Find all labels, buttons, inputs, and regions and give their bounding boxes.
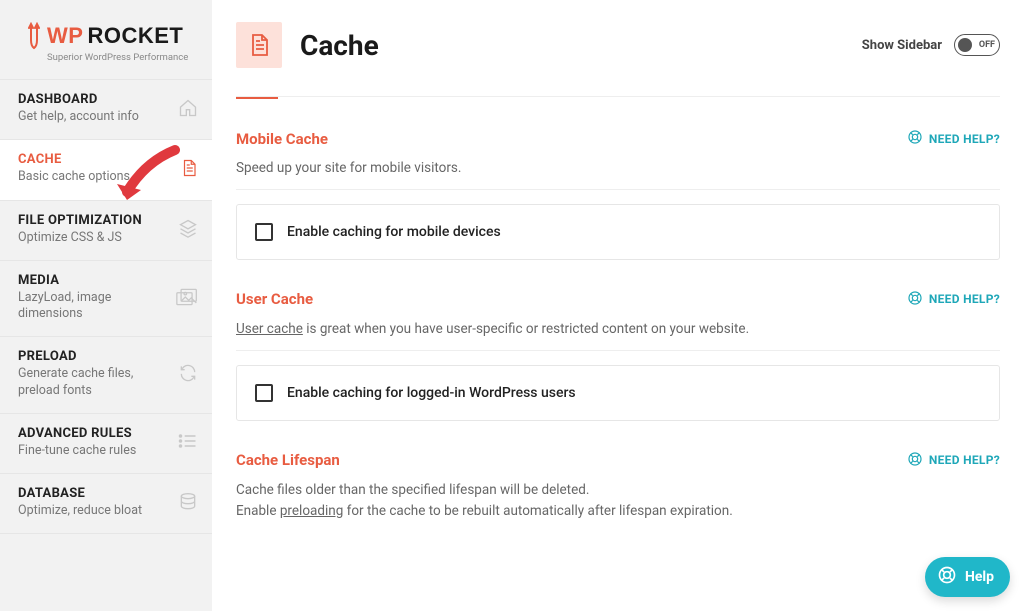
option-label: Enable caching for mobile devices	[287, 224, 501, 240]
page-title: Cache	[300, 29, 379, 62]
preloading-link[interactable]: preloading	[280, 503, 343, 519]
database-icon	[178, 492, 198, 516]
sidebar-item-database[interactable]: DATABASE Optimize, reduce bloat	[0, 473, 212, 534]
sidebar-item-cache[interactable]: CACHE Basic cache options	[0, 139, 212, 199]
show-sidebar-label: Show Sidebar	[862, 38, 942, 53]
user-cache-link[interactable]: User cache	[236, 321, 303, 337]
document-icon	[180, 158, 198, 182]
help-widget-button[interactable]: Help	[925, 557, 1010, 597]
option-label: Enable caching for logged-in WordPress u…	[287, 385, 576, 401]
section-title: Cache Lifespan	[236, 451, 340, 469]
show-sidebar-toggle[interactable]: OFF	[954, 34, 1000, 56]
need-help-label: NEED HELP?	[929, 292, 1000, 306]
sidebar-item-media[interactable]: MEDIA LazyLoad, image dimensions	[0, 260, 212, 337]
sidebar-item-label: ADVANCED RULES	[18, 426, 168, 441]
section-mobile-cache: Mobile Cache NEED HELP? Speed up your si…	[236, 129, 1000, 260]
help-widget-label: Help	[965, 569, 994, 585]
section-sub-rest: is great when you have user-specific or …	[303, 321, 749, 337]
sidebar-item-desc: Fine-tune cache rules	[18, 443, 168, 459]
sidebar-item-label: FILE OPTIMIZATION	[18, 213, 168, 228]
brand-tagline: Superior WordPress Performance	[47, 52, 194, 63]
need-help-link[interactable]: NEED HELP?	[907, 129, 1000, 148]
section-title: Mobile Cache	[236, 130, 328, 148]
section-subtitle: User cache is great when you have user-s…	[236, 319, 1000, 340]
section-subtitle: Speed up your site for mobile visitors.	[236, 158, 1000, 179]
sidebar-item-label: PRELOAD	[18, 349, 168, 364]
checkbox-user-cache[interactable]	[255, 384, 273, 402]
brand-rocket: ROCKET	[87, 23, 183, 49]
lifebuoy-icon	[907, 290, 923, 309]
sidebar-item-label: CACHE	[18, 152, 168, 167]
option-row: Enable caching for mobile devices	[236, 204, 1000, 260]
lifespan-line1: Cache files older than the specified lif…	[236, 482, 589, 498]
page-header-icon	[236, 22, 282, 68]
section-user-cache: User Cache NEED HELP? User cache is grea…	[236, 290, 1000, 421]
images-icon	[176, 288, 198, 310]
need-help-label: NEED HELP?	[929, 132, 1000, 146]
lifespan-line2a: Enable	[236, 503, 280, 519]
sidebar-item-dashboard[interactable]: DASHBOARD Get help, account info	[0, 79, 212, 139]
lifebuoy-icon	[907, 451, 923, 470]
sidebar-item-file-optimization[interactable]: FILE OPTIMIZATION Optimize CSS & JS	[0, 200, 212, 260]
sidebar-item-label: MEDIA	[18, 273, 168, 288]
list-icon	[178, 433, 198, 453]
sidebar-item-desc: Basic cache options	[18, 169, 168, 185]
rocket-icon	[25, 22, 43, 50]
sidebar: WP ROCKET Superior WordPress Performance…	[0, 0, 212, 611]
sidebar-item-preload[interactable]: PRELOAD Generate cache files, preload fo…	[0, 336, 212, 413]
sidebar-item-desc: Generate cache files, preload fonts	[18, 366, 168, 399]
sidebar-item-desc: Optimize CSS & JS	[18, 230, 168, 246]
page-header: Cache Show Sidebar OFF	[236, 22, 1000, 97]
brand-logo: WP ROCKET Superior WordPress Performance	[0, 0, 212, 79]
sidebar-nav: DASHBOARD Get help, account info CACHE B…	[0, 79, 212, 534]
toggle-knob	[958, 38, 972, 52]
section-cache-lifespan: Cache Lifespan NEED HELP? Cache files ol…	[236, 451, 1000, 522]
home-icon	[178, 98, 198, 122]
sidebar-item-label: DASHBOARD	[18, 92, 168, 107]
sidebar-item-label: DATABASE	[18, 486, 168, 501]
lifespan-line2c: for the cache to be rebuilt automaticall…	[343, 503, 732, 519]
need-help-link[interactable]: NEED HELP?	[907, 290, 1000, 309]
need-help-link[interactable]: NEED HELP?	[907, 451, 1000, 470]
option-row: Enable caching for logged-in WordPress u…	[236, 365, 1000, 421]
brand-wp: WP	[47, 23, 83, 49]
sidebar-item-desc: LazyLoad, image dimensions	[18, 290, 168, 323]
sidebar-item-desc: Get help, account info	[18, 109, 168, 125]
main-content: Cache Show Sidebar OFF Mobile Cache NEED…	[212, 0, 1024, 611]
section-title: User Cache	[236, 290, 313, 308]
lifebuoy-icon	[937, 565, 957, 589]
sidebar-item-advanced-rules[interactable]: ADVANCED RULES Fine-tune cache rules	[0, 413, 212, 473]
checkbox-mobile-cache[interactable]	[255, 223, 273, 241]
lifebuoy-icon	[907, 129, 923, 148]
refresh-icon	[178, 363, 198, 387]
section-subtitle: Cache files older than the specified lif…	[236, 480, 1000, 522]
layers-icon	[178, 218, 198, 242]
sidebar-item-desc: Optimize, reduce bloat	[18, 503, 168, 519]
toggle-state-label: OFF	[979, 40, 995, 50]
need-help-label: NEED HELP?	[929, 453, 1000, 467]
